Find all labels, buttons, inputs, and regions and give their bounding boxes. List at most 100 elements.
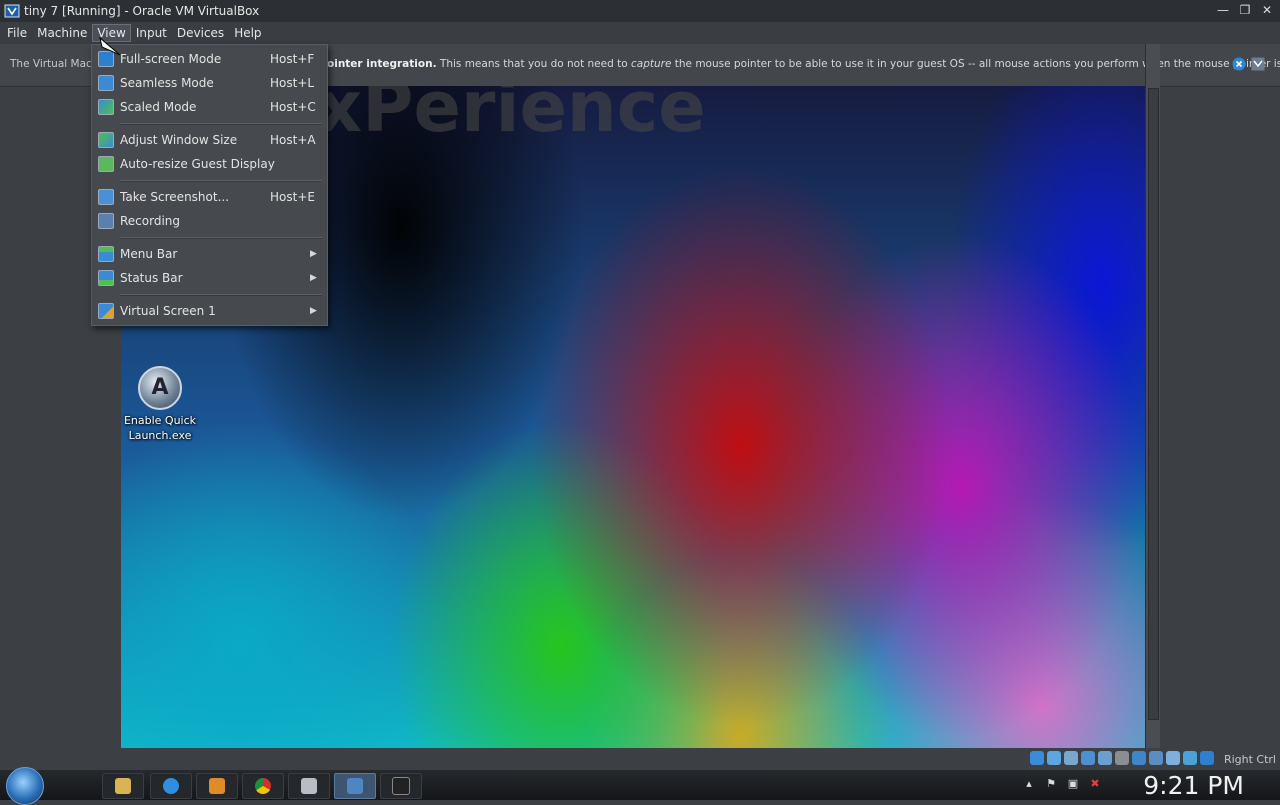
adjust-window-size-icon — [98, 132, 114, 148]
minimize-button[interactable]: — — [1214, 2, 1232, 18]
vertical-scrollbar[interactable] — [1145, 44, 1160, 748]
menu-item-label: Scaled Mode — [120, 100, 197, 114]
menu-item-label: Full-screen Mode — [120, 52, 222, 66]
status-bar-icon — [98, 270, 114, 286]
menu-item-shortcut: Host+C — [270, 100, 316, 114]
submenu-arrow-icon: ▶ — [310, 249, 317, 259]
do-not-show-again-icon[interactable] — [1251, 57, 1265, 71]
menu-item-label: Virtual Screen 1 — [120, 304, 216, 318]
scrollbar-thumb[interactable] — [1148, 88, 1159, 720]
menu-item-seamless-mode[interactable]: Seamless Mode Host+L — [93, 72, 326, 94]
network-icon[interactable] — [1081, 751, 1095, 765]
menu-item-label: Seamless Mode — [120, 76, 214, 90]
status-indicators — [1030, 751, 1214, 765]
menu-item-scaled-mode[interactable]: Scaled Mode Host+C — [93, 96, 326, 118]
notice-text-b: the mouse pointer to be able to use it i… — [671, 58, 1280, 70]
notice-text-start: The Virtual Machi — [10, 58, 102, 70]
menu-separator — [120, 294, 322, 296]
shared-folders-icon[interactable] — [1115, 751, 1129, 765]
menu-item-label: Adjust Window Size — [120, 133, 238, 147]
menu-file[interactable]: File — [2, 24, 32, 42]
menu-item-virtual-screen-1[interactable]: Virtual Screen 1 ▶ — [93, 300, 326, 322]
menu-item-label: Menu Bar — [120, 247, 178, 261]
recording-icon — [98, 213, 114, 229]
menu-item-shortcut: Host+A — [270, 133, 316, 147]
taskbar-media-player[interactable] — [196, 773, 238, 799]
restore-button[interactable]: ❐ — [1236, 2, 1254, 18]
seamless-mode-icon — [98, 75, 114, 91]
notice-italic-text: capture — [631, 58, 672, 70]
display-icon[interactable] — [1132, 751, 1146, 765]
taskbar-chrome[interactable] — [242, 773, 284, 799]
desktop-watermark: xPerience — [317, 86, 706, 148]
menu-input[interactable]: Input — [131, 24, 172, 42]
keyboard-capture-icon[interactable] — [1200, 751, 1214, 765]
auto-resize-icon — [98, 156, 114, 172]
menu-item-recording[interactable]: Recording — [93, 210, 326, 232]
show-hidden-icons-icon[interactable]: ▴ — [1022, 777, 1036, 791]
menu-item-label: Take Screenshot... — [120, 190, 230, 204]
desktop-icon-enable-quick-launch[interactable]: A Enable Quick Launch.exe — [121, 366, 199, 443]
menu-item-shortcut: Host+F — [270, 52, 315, 66]
menu-bar: File Machine View Input Devices Help — [0, 22, 1280, 44]
volume-muted-icon[interactable]: ✖ — [1088, 777, 1102, 791]
internet-explorer-icon — [163, 778, 179, 794]
virtualbox-icon — [4, 4, 20, 18]
close-button[interactable]: ✕ — [1258, 2, 1276, 18]
command-prompt-icon — [392, 777, 410, 795]
menu-item-full-screen-mode[interactable]: Full-screen Mode Host+F — [93, 48, 326, 70]
notice-text: ointer integration. This means that you … — [327, 58, 1280, 70]
taskbar-internet-explorer[interactable] — [150, 773, 192, 799]
menu-separator — [120, 180, 322, 182]
host-key-label: Right Ctrl — [1223, 753, 1276, 766]
virtualbox-taskbar-icon — [347, 778, 363, 794]
taskbar-clock[interactable]: 9:21 PM — [1143, 771, 1244, 800]
system-tray: ▴ ⚑ ▣ ✖ — [1022, 777, 1102, 791]
menu-item-shortcut: Host+E — [270, 190, 315, 204]
close-notice-icon[interactable] — [1232, 57, 1246, 71]
recording-icon[interactable] — [1149, 751, 1163, 765]
menu-item-take-screenshot[interactable]: Take Screenshot... Host+E — [93, 186, 326, 208]
start-button-icon[interactable] — [6, 767, 44, 805]
menu-item-shortcut: Host+L — [270, 76, 315, 90]
menu-machine[interactable]: Machine — [32, 24, 92, 42]
desktop-icon-label: Enable Quick Launch.exe — [121, 413, 199, 443]
menu-item-adjust-window-size[interactable]: Adjust Window Size Host+A — [93, 129, 326, 151]
virtual-screen-icon — [98, 303, 114, 319]
menu-item-auto-resize-guest-display[interactable]: Auto-resize Guest Display — [93, 153, 326, 175]
menu-separator — [120, 237, 322, 239]
taskbar-virtualbox[interactable] — [334, 773, 376, 799]
screenshot-icon — [98, 189, 114, 205]
action-center-flag-icon[interactable]: ⚑ — [1044, 777, 1058, 791]
network-tray-icon[interactable]: ▣ — [1066, 777, 1080, 791]
scaled-mode-icon — [98, 99, 114, 115]
mouse-integration-icon[interactable] — [1183, 751, 1197, 765]
menu-devices[interactable]: Devices — [172, 24, 229, 42]
menu-separator — [120, 123, 322, 125]
taskbar-explorer[interactable] — [102, 773, 144, 799]
menu-item-menu-bar[interactable]: Menu Bar ▶ — [93, 243, 326, 265]
hard-disk-icon[interactable] — [1030, 751, 1044, 765]
desktop-icon-label-line2: Launch.exe — [128, 429, 192, 442]
audio-icon[interactable] — [1064, 751, 1078, 765]
submenu-arrow-icon: ▶ — [310, 273, 317, 283]
taskbar-command-prompt[interactable] — [380, 773, 422, 799]
cube-icon — [301, 778, 317, 794]
usb-icon[interactable] — [1098, 751, 1112, 765]
menu-item-label: Auto-resize Guest Display — [120, 157, 275, 171]
guest-taskbar: ▴ ⚑ ▣ ✖ 9:21 PM — [0, 767, 1280, 805]
menu-help[interactable]: Help — [229, 24, 266, 42]
menu-item-label: Status Bar — [120, 271, 183, 285]
submenu-arrow-icon: ▶ — [310, 306, 317, 316]
menu-bar-icon — [98, 246, 114, 262]
optical-drive-icon[interactable] — [1047, 751, 1061, 765]
folder-icon — [115, 778, 131, 794]
window-title: tiny 7 [Running] - Oracle VM VirtualBox — [24, 4, 260, 18]
desktop-icon-label-line1: Enable Quick — [123, 414, 197, 427]
menu-item-label: Recording — [120, 214, 181, 228]
vt-x-icon[interactable] — [1166, 751, 1180, 765]
mouse-cursor-icon — [99, 36, 121, 56]
taskbar-package[interactable] — [288, 773, 330, 799]
menu-item-status-bar[interactable]: Status Bar ▶ — [93, 267, 326, 289]
notice-bold-text: ointer integration. — [327, 58, 437, 70]
